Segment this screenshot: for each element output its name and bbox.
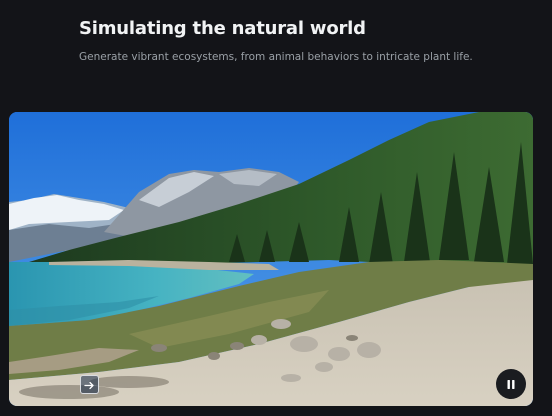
arrow-right-icon [84,375,95,394]
section-title: Simulating the natural world [79,18,366,39]
video-player[interactable] [9,112,533,406]
video-frame-lake-scene [9,112,533,406]
pause-button[interactable] [496,369,526,399]
section-subtitle: Generate vibrant ecosystems, from animal… [79,51,473,63]
pause-icon [506,375,516,394]
next-button[interactable] [80,375,99,394]
